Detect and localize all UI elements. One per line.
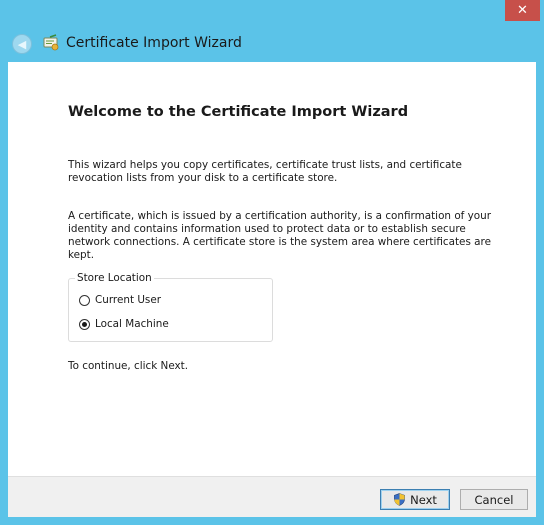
certificate-icon: [43, 34, 59, 51]
close-button[interactable]: ✕: [505, 0, 540, 21]
close-icon: ✕: [517, 3, 528, 18]
intro-text: This wizard helps you copy certificates,…: [68, 159, 462, 184]
store-location-label: Store Location: [75, 272, 154, 284]
back-button[interactable]: ◀: [12, 34, 32, 54]
wizard-content: Welcome to the Certificate Import Wizard…: [8, 62, 536, 476]
cancel-label: Cancel: [474, 492, 514, 507]
local-machine-radio[interactable]: [79, 318, 90, 330]
page-title: Welcome to the Certificate Import Wizard: [68, 104, 409, 120]
local-machine-option[interactable]: Local Machine: [79, 318, 169, 330]
description-text: A certificate, which is issued by a cert…: [68, 210, 491, 261]
next-button[interactable]: Next: [380, 489, 450, 510]
store-location-group: Store Location Current User Local Machin…: [68, 272, 273, 342]
wizard-window: ✕ ◀ Certificate Import Wizard Welcome to…: [0, 0, 544, 525]
uac-shield-icon: [394, 493, 405, 506]
next-label: Next: [410, 492, 437, 507]
cancel-button[interactable]: Cancel: [460, 489, 528, 510]
current-user-option[interactable]: Current User: [79, 294, 161, 306]
window-title: Certificate Import Wizard: [66, 35, 242, 51]
button-bar: Next Cancel: [8, 476, 536, 517]
back-arrow-icon: ◀: [17, 37, 27, 51]
local-machine-label: Local Machine: [95, 318, 169, 330]
current-user-radio[interactable]: [79, 294, 90, 306]
current-user-label: Current User: [95, 294, 162, 306]
title-bar: ◀ Certificate Import Wizard: [0, 22, 544, 62]
continue-instruction: To continue, click Next.: [68, 360, 189, 372]
